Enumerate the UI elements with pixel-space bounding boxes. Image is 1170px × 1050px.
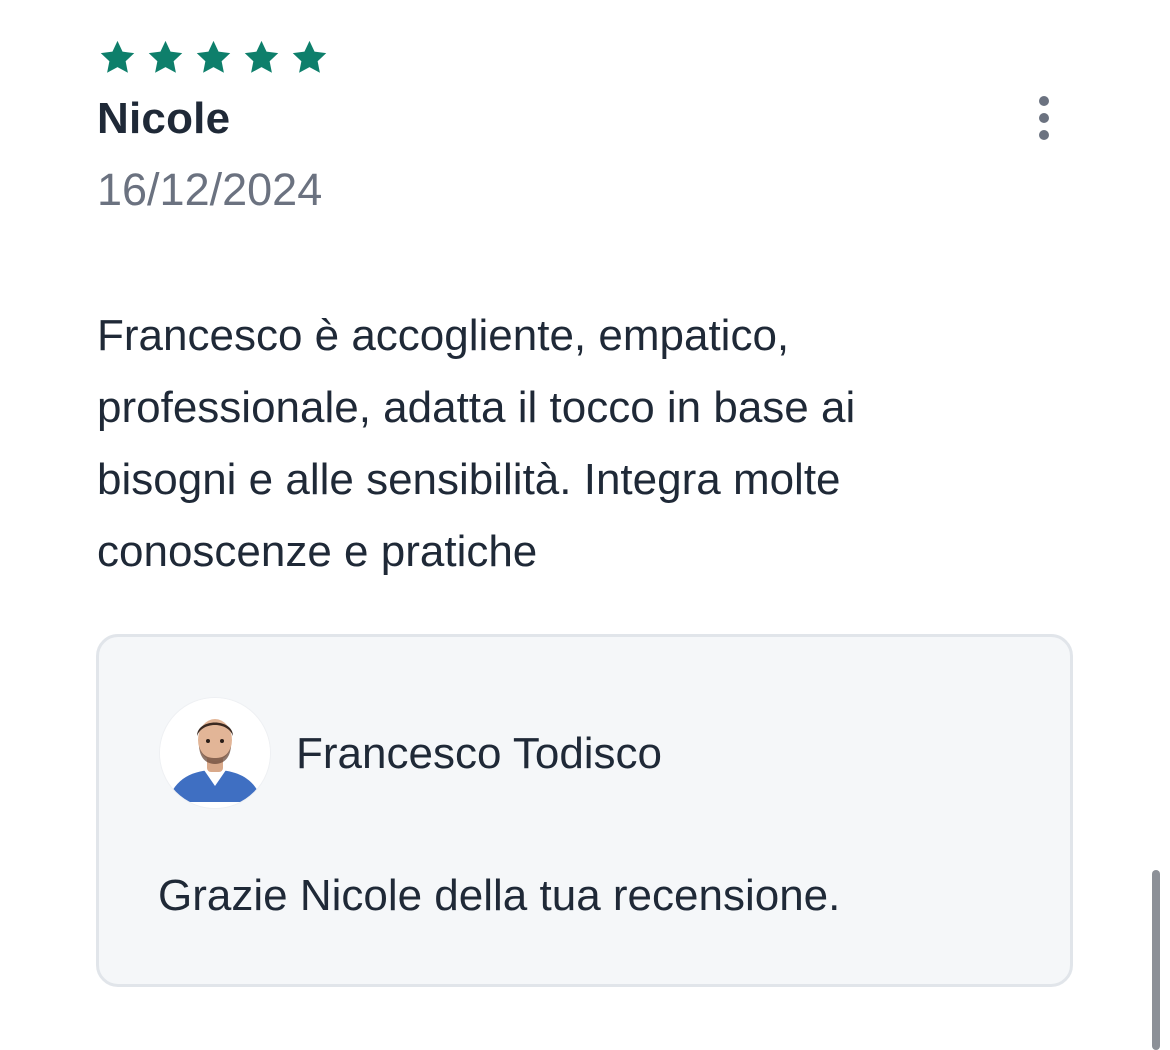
more-options-button[interactable] [1026,94,1062,142]
more-vertical-icon-dot [1039,113,1049,123]
replier-name: Francesco Todisco [296,729,663,778]
reply-text: Grazie Nicole della tua recensione. [158,871,841,920]
replier-avatar [159,697,271,809]
star-icon [148,40,183,73]
review-date: 16/12/2024 [97,164,323,215]
review-text: Francesco è accogliente, empatico, profe… [97,311,856,576]
reviewer-name: Nicole [97,94,231,143]
more-vertical-icon-dot [1039,130,1049,140]
star-icon [100,40,135,73]
star-icon [244,40,279,73]
more-vertical-icon [1039,96,1049,106]
rating-stars [98,38,329,77]
avatar-image [160,698,270,808]
scrollbar[interactable] [1152,870,1160,1050]
star-icon [292,40,327,73]
owner-reply-card: Francesco Todisco Grazie Nicole della tu… [96,634,1073,987]
review-page: Nicole 16/12/2024 Francesco è accoglient… [0,0,1170,1050]
star-icon [196,40,231,73]
